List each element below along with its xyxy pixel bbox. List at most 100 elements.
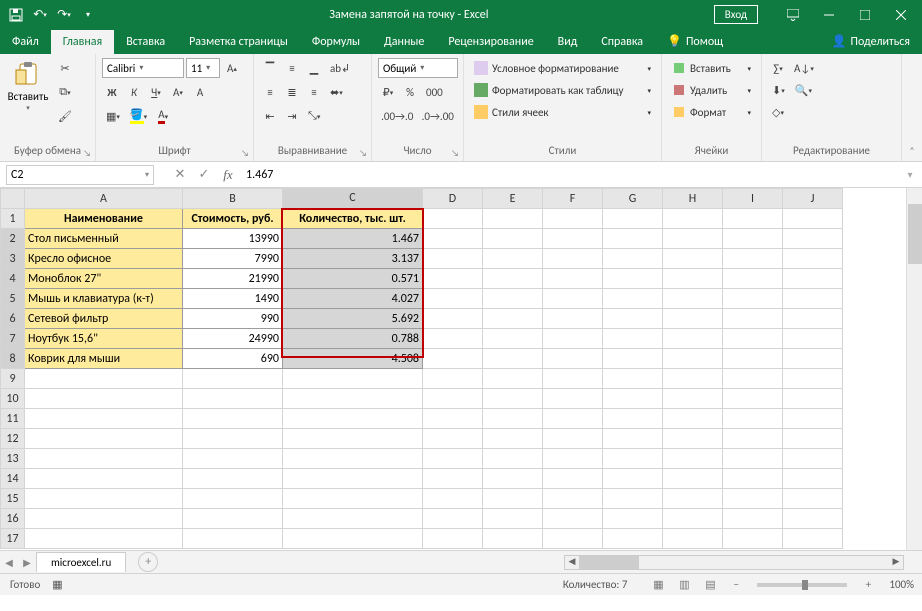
row-header-9[interactable]: 9 [1,369,25,389]
cell-F17[interactable] [543,529,603,549]
cell-H10[interactable] [663,389,723,409]
cell-G1[interactable] [603,209,663,229]
cell-C7[interactable]: 0.788 [283,329,423,349]
cell-H11[interactable] [663,409,723,429]
cell-D8[interactable] [423,349,483,369]
cell-A12[interactable] [25,429,183,449]
cell-J6[interactable] [783,309,843,329]
cell-G7[interactable] [603,329,663,349]
cell-J9[interactable] [783,369,843,389]
minimize-button[interactable] [812,5,846,25]
cell-B13[interactable] [183,449,283,469]
view-normal-button[interactable]: ▦ [647,577,669,593]
zoom-slider[interactable] [757,583,847,587]
cell-I8[interactable] [723,349,783,369]
cell-F3[interactable] [543,249,603,269]
cell-H14[interactable] [663,469,723,489]
cell-C13[interactable] [283,449,423,469]
align-left-button[interactable]: ≡ [260,82,280,102]
row-header-6[interactable]: 6 [1,309,25,329]
signin-button[interactable]: Вход [714,5,758,24]
format-cells-button[interactable]: Формат▾ [668,102,755,122]
cell-J12[interactable] [783,429,843,449]
align-center-button[interactable]: ≣ [282,82,302,102]
cell-H6[interactable] [663,309,723,329]
grow-font-button[interactable]: A▴ [222,58,242,78]
cell-I12[interactable] [723,429,783,449]
tab-page-layout[interactable]: Разметка страницы [177,30,300,54]
cell-F9[interactable] [543,369,603,389]
collapse-ribbon-icon[interactable]: ˄ [909,144,914,157]
row-header-1[interactable]: 1 [1,209,25,229]
cell-H8[interactable] [663,349,723,369]
cell-B15[interactable] [183,489,283,509]
cell-D11[interactable] [423,409,483,429]
cell-G16[interactable] [603,509,663,529]
cell-G14[interactable] [603,469,663,489]
cell-A7[interactable]: Ноутбук 15,6" [25,329,183,349]
cell-A3[interactable]: Кресло офисное [25,249,183,269]
row-header-10[interactable]: 10 [1,389,25,409]
cell-A16[interactable] [25,509,183,529]
underline-button[interactable]: Ч▾ [146,82,166,102]
cell-J7[interactable] [783,329,843,349]
cell-I7[interactable] [723,329,783,349]
delete-cells-button[interactable]: Удалить▾ [668,80,755,100]
align-right-button[interactable]: ≡ [304,82,324,102]
cell-I11[interactable] [723,409,783,429]
cell-C4[interactable]: 0.571 [283,269,423,289]
cell-G3[interactable] [603,249,663,269]
sheet-nav-next[interactable]: ▶ [18,556,36,569]
cell-F2[interactable] [543,229,603,249]
italic-button[interactable]: К [124,82,144,102]
cell-C6[interactable]: 5.692 [283,309,423,329]
cell-A5[interactable]: Мышь и клавиатура (к-т) [25,289,183,309]
clipboard-launcher-icon[interactable]: ↘ [83,148,91,159]
cell-F8[interactable] [543,349,603,369]
tab-data[interactable]: Данные [372,30,436,54]
cell-E1[interactable] [483,209,543,229]
cell-I5[interactable] [723,289,783,309]
row-header-7[interactable]: 7 [1,329,25,349]
clear-button[interactable]: ◇▾ [768,102,788,122]
maximize-button[interactable] [848,5,882,25]
cell-H12[interactable] [663,429,723,449]
row-header-8[interactable]: 8 [1,349,25,369]
copy-button[interactable]: ⧉▾ [54,82,76,102]
align-bottom-button[interactable]: ▁ [304,58,324,78]
cell-G2[interactable] [603,229,663,249]
cell-B3[interactable]: 7990 [183,249,283,269]
row-header-14[interactable]: 14 [1,469,25,489]
cell-J13[interactable] [783,449,843,469]
cell-G12[interactable] [603,429,663,449]
cell-B12[interactable] [183,429,283,449]
clear-format-button[interactable]: A [190,82,210,102]
cell-J17[interactable] [783,529,843,549]
col-header-B[interactable]: B [183,189,283,209]
cell-C10[interactable] [283,389,423,409]
autosum-button[interactable]: ∑▾ [768,58,788,78]
cell-I15[interactable] [723,489,783,509]
cell-D16[interactable] [423,509,483,529]
orientation-button[interactable]: ⤡▾ [304,106,324,126]
sort-filter-button[interactable]: A↓▾ [790,58,818,78]
number-launcher-icon[interactable]: ↘ [451,148,459,159]
cell-E3[interactable] [483,249,543,269]
row-header-16[interactable]: 16 [1,509,25,529]
cell-C2[interactable]: 1.467 [283,229,423,249]
cell-I6[interactable] [723,309,783,329]
cell-A14[interactable] [25,469,183,489]
cell-E2[interactable] [483,229,543,249]
cell-F14[interactable] [543,469,603,489]
cell-D10[interactable] [423,389,483,409]
cell-F6[interactable] [543,309,603,329]
row-header-17[interactable]: 17 [1,529,25,549]
decrease-decimal-button[interactable]: .0→.00 [419,106,458,126]
cell-E11[interactable] [483,409,543,429]
col-header-H[interactable]: H [663,189,723,209]
row-header-2[interactable]: 2 [1,229,25,249]
enter-formula-button[interactable]: ✓ [192,165,216,185]
cell-C11[interactable] [283,409,423,429]
cell-F7[interactable] [543,329,603,349]
cell-C17[interactable] [283,529,423,549]
